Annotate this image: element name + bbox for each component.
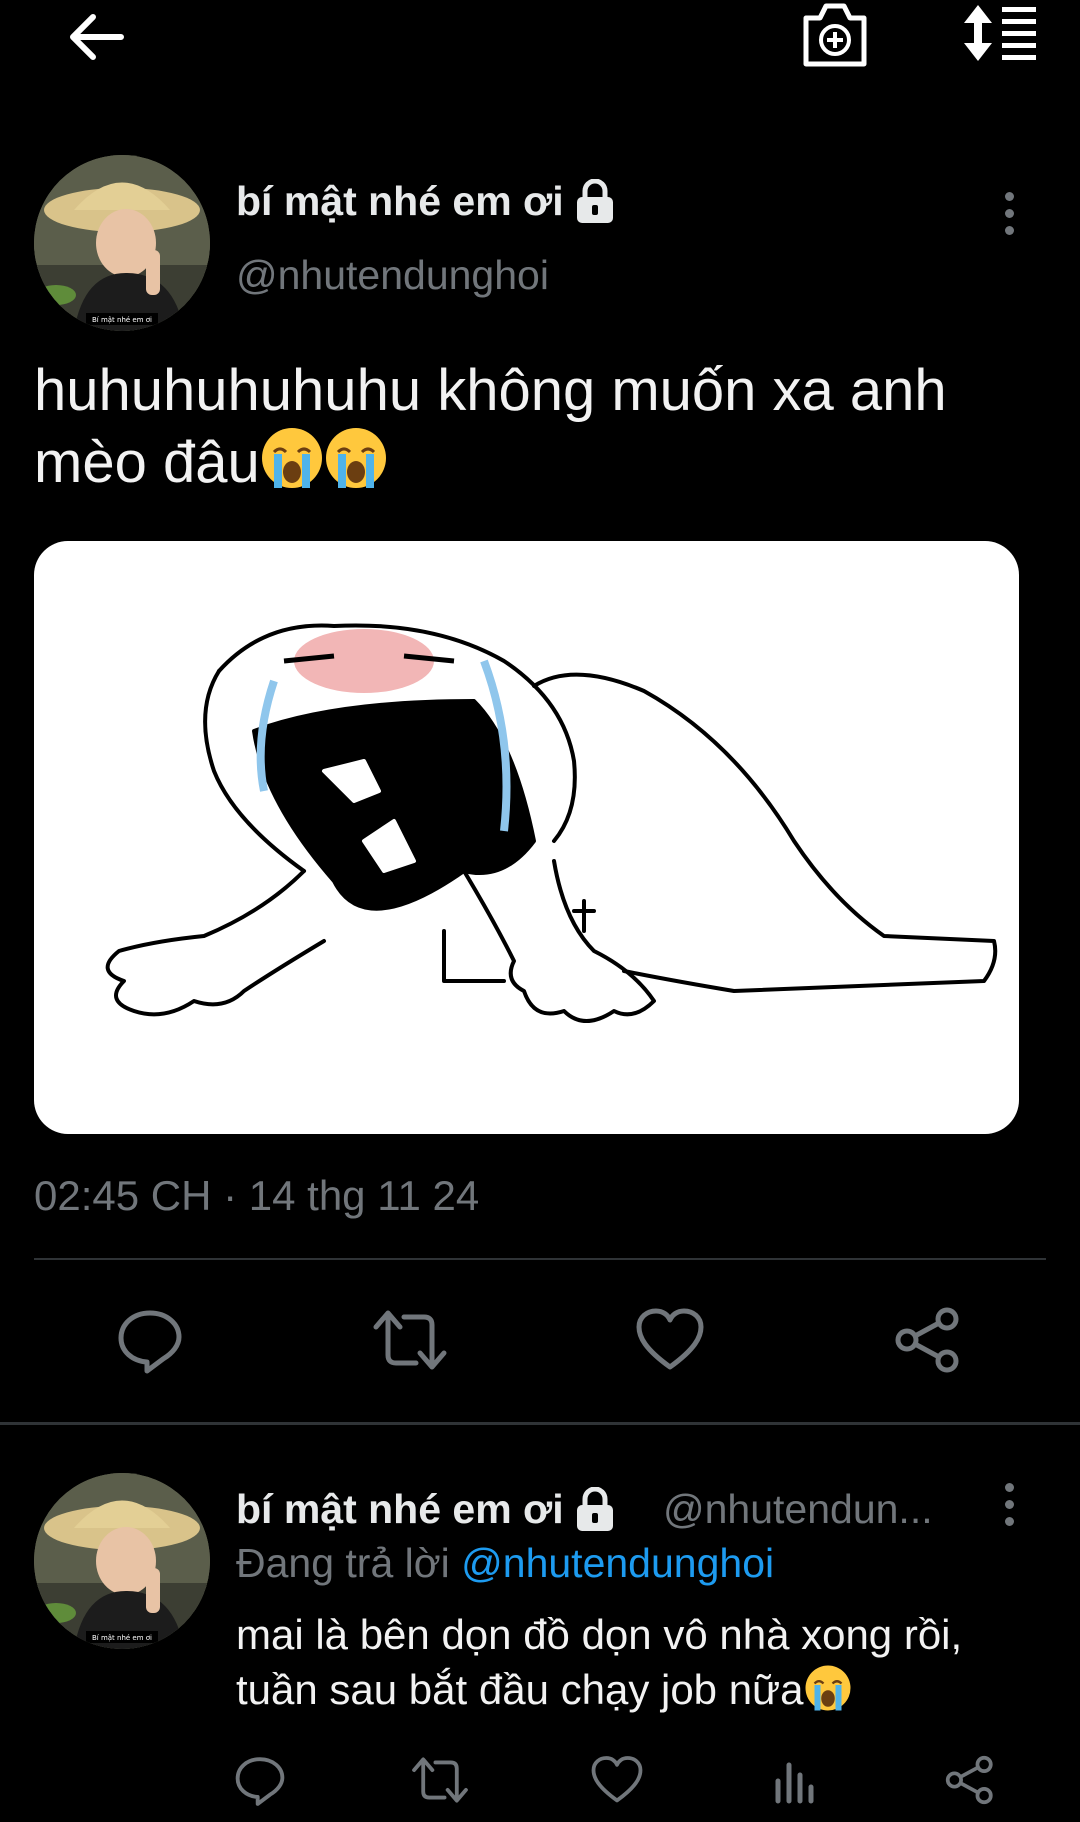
replying-to-mention[interactable]: @nhutendunghoi [461,1540,774,1586]
more-dot [1004,1499,1014,1509]
crying-face-emoji [260,426,324,506]
retweet-button[interactable] [405,1750,475,1810]
tweet-image[interactable] [34,541,1019,1134]
avatar-caption: Bí mật nhé em ơi [92,1634,152,1642]
reply-user-handle[interactable]: @nhutendun... [663,1486,933,1533]
reply-button[interactable] [110,1300,190,1380]
sort-replies-button[interactable] [955,0,1045,66]
reply-display-name[interactable]: bí mật nhé em ơi [236,1486,616,1533]
more-dot [1004,1482,1014,1492]
like-button[interactable] [630,1300,710,1380]
tweet-text-content: huhuhuhuhuhu không muốn xa anh mèo đâu [34,358,947,495]
top-bar [0,0,1080,80]
lock-icon [576,178,613,223]
reply-icon [118,1310,182,1374]
avatar[interactable]: Bí mật nhé em ơi [34,155,210,331]
more-dot [1004,208,1014,218]
more-dot [1004,1516,1014,1526]
share-button[interactable] [935,1750,1005,1810]
views-button[interactable] [760,1750,830,1810]
reply-text-content: mai là bên dọn đồ dọn vô nhà xong rồi, t… [236,1611,963,1713]
crying-face-emoji [804,1664,852,1725]
share-icon [945,1755,993,1805]
display-name[interactable]: bí mật nhé em ơi [236,178,616,225]
retweet-icon [412,1757,468,1803]
more-options-button[interactable] [994,183,1024,243]
replying-to: Đang trả lời @nhutendunghoi [236,1540,774,1587]
more-dot [1004,191,1014,201]
reply-more-options-button[interactable] [994,1474,1024,1534]
share-icon [895,1307,959,1373]
camera-add-button[interactable] [800,0,870,70]
avatar-photo: Bí mật nhé em ơi [34,1473,210,1649]
tweet-timestamp[interactable]: 02:45 CH · 14 thg 11 24 [34,1172,479,1220]
arrow-left-icon [70,14,124,60]
display-name-text: bí mật nhé em ơi [236,178,564,224]
user-handle[interactable]: @nhutendunghoi [236,252,549,299]
like-button[interactable] [582,1750,652,1810]
replying-to-label: Đang trả lời [236,1540,450,1586]
back-button[interactable] [60,6,130,68]
reply-text: mai là bên dọn đồ dọn vô nhà xong rồi, t… [236,1607,1036,1725]
retweet-button[interactable] [370,1300,450,1380]
retweet-icon [373,1310,447,1370]
avatar-photo: Bí mật nhé em ơi [34,155,210,331]
reply-icon [235,1757,285,1806]
divider [34,1258,1046,1260]
tweet-text: huhuhuhuhuhu không muốn xa anh mèo đâu [34,356,1044,506]
tweet-actions [0,1300,1080,1390]
share-button[interactable] [888,1300,968,1380]
reply-actions [0,1750,1080,1822]
sort-list-icon [964,5,1036,61]
views-icon [775,1762,814,1804]
section-divider [0,1422,1080,1425]
crying-face-emoji [324,426,388,506]
camera-add-icon [803,3,867,67]
display-name-text: bí mật nhé em ơi [236,1486,564,1532]
avatar-caption: Bí mật nhé em ơi [92,316,152,324]
lock-icon [576,1486,613,1531]
crying-creature-drawing [105,623,998,1023]
reply-avatar[interactable]: Bí mật nhé em ơi [34,1473,210,1649]
reply-button[interactable] [225,1750,295,1810]
like-icon [591,1756,643,1803]
more-dot [1004,225,1014,235]
like-icon [636,1308,704,1370]
